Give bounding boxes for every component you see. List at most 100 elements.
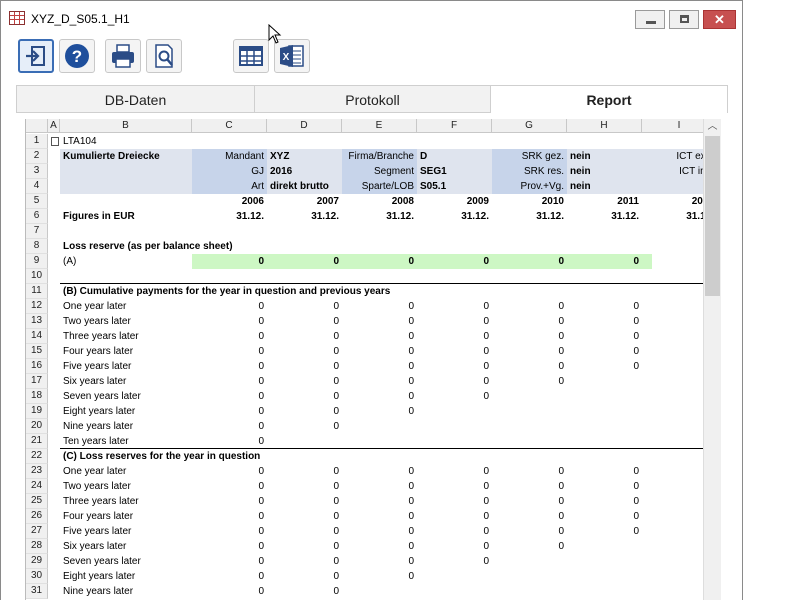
table-cell[interactable]: 0 xyxy=(567,329,642,344)
row-label[interactable]: Six years later xyxy=(60,539,192,554)
table-cell[interactable]: 0 xyxy=(417,374,492,389)
row-header-4[interactable]: 4 xyxy=(26,179,48,194)
row-label[interactable]: Five years later xyxy=(60,524,192,539)
table-cell[interactable]: 0 xyxy=(342,494,417,509)
table-cell[interactable]: 0 xyxy=(192,584,267,599)
table-cell[interactable]: 0 xyxy=(342,509,417,524)
table-cell[interactable]: 0 xyxy=(492,299,567,314)
table-cell[interactable]: 0 xyxy=(567,524,642,539)
table-cell[interactable]: 0 xyxy=(192,329,267,344)
row-label[interactable]: Five years later xyxy=(60,359,192,374)
table-cell[interactable]: 0 xyxy=(267,464,342,479)
section-title[interactable]: (B) Cumulative payments for the year in … xyxy=(60,284,390,299)
table-cell[interactable]: 0 xyxy=(417,524,492,539)
row-label[interactable]: Four years later xyxy=(60,344,192,359)
row-label[interactable]: Eight years later xyxy=(60,569,192,584)
table-cell[interactable]: 0 xyxy=(417,464,492,479)
column-header-c[interactable]: C xyxy=(192,119,267,133)
row-label[interactable]: Two years later xyxy=(60,479,192,494)
table-cell[interactable]: 0 xyxy=(342,314,417,329)
param-label[interactable]: ICT inte xyxy=(642,164,704,179)
row-header-1[interactable]: 1 xyxy=(26,134,48,149)
row-header-21[interactable]: 21 xyxy=(26,434,48,449)
row-header-28[interactable]: 28 xyxy=(26,539,48,554)
section-title[interactable]: (C) Loss reserves for the year in questi… xyxy=(60,449,260,464)
year-header[interactable]: 2008 xyxy=(342,194,417,209)
grid-view-button[interactable] xyxy=(233,39,269,73)
table-cell[interactable]: 0 xyxy=(492,524,567,539)
table-cell[interactable]: 0 xyxy=(342,299,417,314)
param-label[interactable]: ICT exte xyxy=(642,149,704,164)
table-cell[interactable]: 0 xyxy=(417,554,492,569)
date-header[interactable]: 31.12. xyxy=(642,209,704,224)
table-cell[interactable]: 0 xyxy=(267,404,342,419)
table-cell[interactable]: 0 xyxy=(342,554,417,569)
table-cell[interactable]: 0 xyxy=(342,329,417,344)
table-cell[interactable]: 0 xyxy=(567,494,642,509)
table-cell[interactable]: 0 xyxy=(342,359,417,374)
table-cell[interactable]: 0 xyxy=(192,524,267,539)
row-header-11[interactable]: 11 xyxy=(26,284,48,299)
param-value[interactable]: SEG1 xyxy=(417,164,492,179)
row-header-8[interactable]: 8 xyxy=(26,239,48,254)
table-cell[interactable]: 0 xyxy=(417,539,492,554)
figures-unit-label[interactable]: Figures in EUR xyxy=(60,209,192,224)
row-label[interactable]: Three years later xyxy=(60,329,192,344)
section-title[interactable]: Loss reserve (as per balance sheet) xyxy=(60,239,233,254)
loss-reserve-value[interactable]: 0 xyxy=(417,254,492,269)
row-header-19[interactable]: 19 xyxy=(26,404,48,419)
table-cell[interactable]: 0 xyxy=(417,299,492,314)
row-header-31[interactable]: 31 xyxy=(26,584,48,599)
table-cell[interactable]: 0 xyxy=(192,299,267,314)
param-value[interactable]: S05.1 xyxy=(417,179,492,194)
table-cell[interactable]: 0 xyxy=(342,404,417,419)
table-cell[interactable]: 0 xyxy=(567,479,642,494)
table-cell[interactable]: 0 xyxy=(267,314,342,329)
table-cell[interactable]: 0 xyxy=(267,374,342,389)
row-label[interactable]: Nine years later xyxy=(60,584,192,599)
table-cell[interactable]: 0 xyxy=(492,494,567,509)
table-cell[interactable]: 0 xyxy=(492,479,567,494)
date-header[interactable]: 31.12. xyxy=(342,209,417,224)
table-cell[interactable]: 0 xyxy=(267,584,342,599)
param-label[interactable]: Segment xyxy=(342,164,417,179)
table-cell[interactable]: 0 xyxy=(567,314,642,329)
tab-db-daten[interactable]: DB-Daten xyxy=(16,85,255,113)
row-header-12[interactable]: 12 xyxy=(26,299,48,314)
table-cell[interactable]: 0 xyxy=(192,344,267,359)
column-header-b[interactable]: B xyxy=(60,119,192,133)
table-cell[interactable]: 0 xyxy=(267,359,342,374)
report-code[interactable]: LTA104 xyxy=(60,134,192,149)
print-preview-button[interactable] xyxy=(146,39,182,73)
table-cell[interactable]: 0 xyxy=(417,479,492,494)
table-cell[interactable]: 0 xyxy=(342,344,417,359)
scrollbar-thumb[interactable] xyxy=(705,136,720,296)
table-cell[interactable]: 0 xyxy=(567,464,642,479)
table-cell[interactable]: 0 xyxy=(192,464,267,479)
column-header-e[interactable]: E xyxy=(342,119,417,133)
row-header-24[interactable]: 24 xyxy=(26,479,48,494)
param-label[interactable]: H xyxy=(642,179,704,194)
row-header-6[interactable]: 6 xyxy=(26,209,48,224)
row-header-3[interactable]: 3 xyxy=(26,164,48,179)
table-cell[interactable]: 0 xyxy=(567,509,642,524)
param-label[interactable]: SRK gez. xyxy=(492,149,567,164)
table-cell[interactable]: 0 xyxy=(267,419,342,434)
tab-report[interactable]: Report xyxy=(490,85,728,113)
param-label[interactable]: SRK res. xyxy=(492,164,567,179)
table-cell[interactable]: 0 xyxy=(192,389,267,404)
table-cell[interactable]: 0 xyxy=(192,479,267,494)
table-cell[interactable]: 0 xyxy=(342,569,417,584)
row-label[interactable]: One year later xyxy=(60,464,192,479)
row-header-15[interactable]: 15 xyxy=(26,344,48,359)
row-header-13[interactable]: 13 xyxy=(26,314,48,329)
row-label[interactable]: Three years later xyxy=(60,494,192,509)
row-header-10[interactable]: 10 xyxy=(26,269,48,284)
row-header-9[interactable]: 9 xyxy=(26,254,48,269)
row-label[interactable]: Six years later xyxy=(60,374,192,389)
date-header[interactable]: 31.12. xyxy=(567,209,642,224)
row-header-27[interactable]: 27 xyxy=(26,524,48,539)
param-value[interactable]: D xyxy=(417,149,492,164)
row-header-20[interactable]: 20 xyxy=(26,419,48,434)
table-cell[interactable]: 0 xyxy=(192,569,267,584)
